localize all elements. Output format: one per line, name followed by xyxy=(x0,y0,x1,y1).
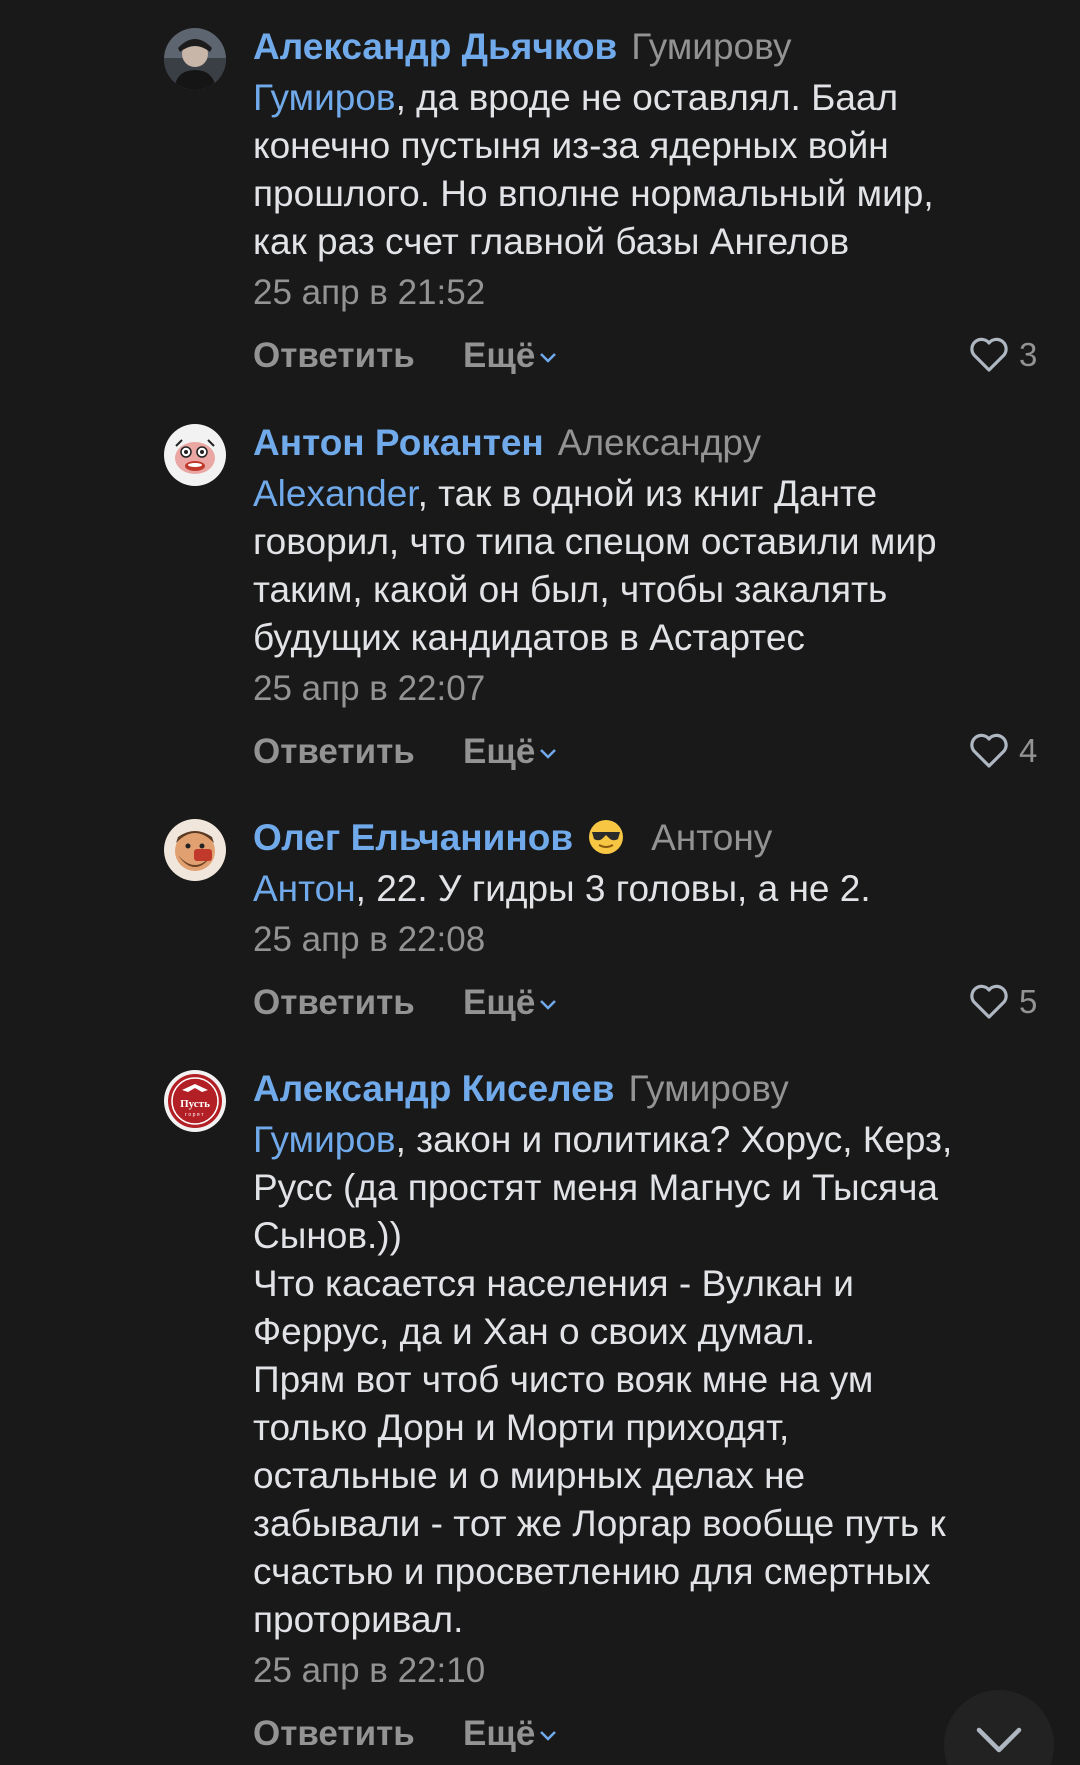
like-count: 5 xyxy=(1019,983,1038,1020)
sunglasses-emoji-icon xyxy=(589,820,624,855)
chevron-down-icon xyxy=(540,999,557,1010)
comment-mention[interactable]: Alexander xyxy=(253,473,418,514)
avatar[interactable] xyxy=(164,28,226,90)
reply-button[interactable]: Ответить xyxy=(253,1714,415,1754)
more-button[interactable]: Ещё xyxy=(463,983,557,1023)
reply-button[interactable]: Ответить xyxy=(253,983,415,1023)
avatar-cartoon-icon xyxy=(164,819,226,881)
avatar[interactable]: Пусть горят xyxy=(164,1070,226,1132)
more-button[interactable]: Ещё xyxy=(463,1714,557,1754)
comment-actions: Ответить Ещё 4 xyxy=(253,726,1043,776)
comment-text: Alexander, так в одной из книг Данте гов… xyxy=(253,473,937,658)
comment-actions: Ответить Ещё xyxy=(253,1708,1043,1758)
more-button[interactable]: Ещё xyxy=(463,336,557,376)
comment-author[interactable]: Антон Рокантен xyxy=(253,422,544,463)
chevron-down-icon xyxy=(976,1727,1022,1753)
avatar-photo-icon xyxy=(164,28,226,90)
comment-actions: Ответить Ещё 3 xyxy=(253,330,1043,380)
comment-author[interactable]: Александр Киселев xyxy=(253,1068,615,1109)
comment-mention[interactable]: Гумиров xyxy=(253,1119,396,1160)
heart-icon xyxy=(970,733,1008,768)
like-count: 3 xyxy=(1019,336,1038,373)
avatar-cartoon-icon xyxy=(164,424,226,486)
chevron-down-icon xyxy=(540,748,557,759)
avatar-logo-icon: Пусть горят xyxy=(164,1070,226,1132)
like-button[interactable]: 4 xyxy=(969,732,1037,770)
comment-reply-to[interactable]: Антону xyxy=(651,817,772,858)
chevron-down-icon xyxy=(540,1730,557,1741)
comments-feed: Александр Дьячков Гумирову Гумиров, да вр… xyxy=(0,0,1080,1765)
comment-reply-to[interactable]: Гумирову xyxy=(631,26,791,67)
chevron-down-icon xyxy=(540,352,557,363)
comment-text: Гумиров, закон и политика? Хорус, Керз, … xyxy=(253,1119,953,1640)
avatar[interactable] xyxy=(164,424,226,486)
comment-mention[interactable]: Гумиров xyxy=(253,77,396,118)
comment-mention[interactable]: Антон xyxy=(253,868,356,909)
comment-text: Антон, 22. У гидры 3 головы, а не 2. xyxy=(253,868,871,909)
comment-time[interactable]: 25 апр в 22:07 xyxy=(253,666,1043,712)
comment-time[interactable]: 25 апр в 22:10 xyxy=(253,1648,1043,1694)
like-button[interactable]: 3 xyxy=(969,336,1037,374)
reply-button[interactable]: Ответить xyxy=(253,336,415,376)
comment-time[interactable]: 25 апр в 21:52 xyxy=(253,270,1043,316)
comment-author[interactable]: Александр Дьячков xyxy=(253,26,617,67)
heart-icon xyxy=(970,337,1008,372)
like-button[interactable]: 5 xyxy=(969,983,1037,1021)
heart-icon xyxy=(970,984,1008,1019)
comment-reply-to[interactable]: Александру xyxy=(558,422,761,463)
comment-time[interactable]: 25 апр в 22:08 xyxy=(253,917,1043,963)
reply-button[interactable]: Ответить xyxy=(253,732,415,772)
comment-text: Гумиров, да вроде не оставлял. Баал коне… xyxy=(253,77,934,262)
svg-text:Пусть: Пусть xyxy=(180,1098,210,1110)
more-button[interactable]: Ещё xyxy=(463,732,557,772)
avatar[interactable] xyxy=(164,819,226,881)
comment-actions: Ответить Ещё 5 xyxy=(253,977,1043,1027)
like-count: 4 xyxy=(1019,732,1038,769)
comment-reply-to[interactable]: Гумирову xyxy=(629,1068,789,1109)
comment-author[interactable]: Олег Ельчанинов xyxy=(253,817,573,858)
svg-text:горят: горят xyxy=(185,1112,205,1118)
